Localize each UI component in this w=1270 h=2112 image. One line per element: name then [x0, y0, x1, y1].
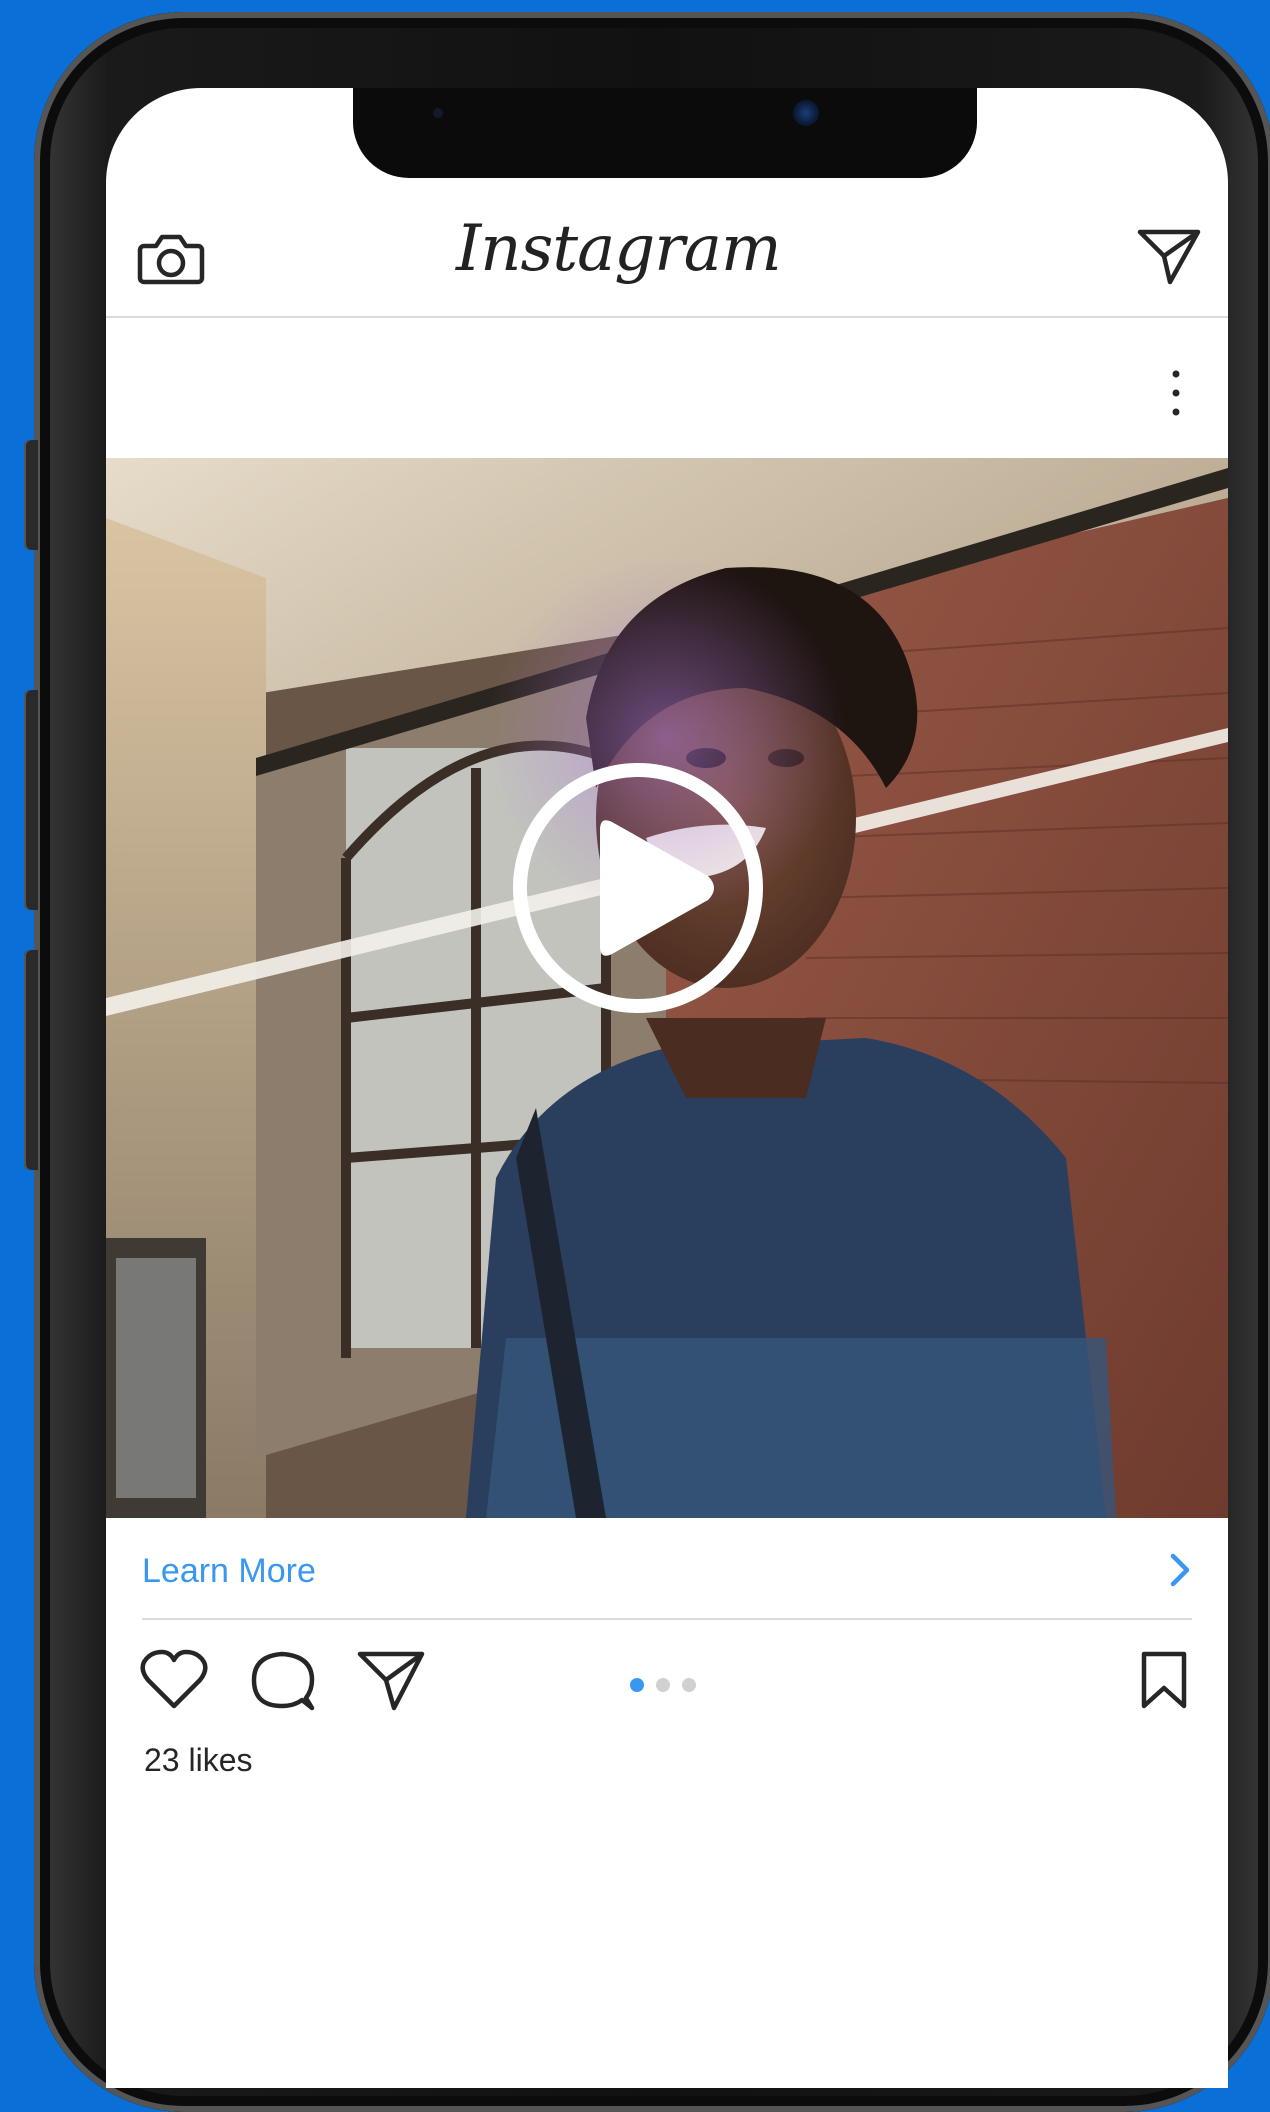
app-top-bar: Instagram — [106, 198, 1228, 318]
phone-volume-down — [24, 950, 38, 1170]
phone-screen: Instagram Learn More 23 likes — [106, 88, 1228, 2088]
vertical-ellipsis-icon — [1172, 370, 1180, 416]
instagram-logo: Instagram — [456, 212, 782, 286]
camera-icon — [137, 234, 205, 285]
learn-more-cta[interactable]: Learn More — [142, 1518, 1192, 1620]
phone-silent-switch — [24, 440, 38, 550]
camera-button[interactable] — [136, 228, 206, 288]
post-video[interactable] — [106, 458, 1228, 1518]
carousel-indicator — [630, 1678, 710, 1694]
bookmark-icon[interactable] — [1136, 1648, 1192, 1712]
notch-sensor — [433, 108, 443, 118]
post-actions — [106, 1648, 1228, 1728]
carousel-dot — [682, 1678, 696, 1692]
carousel-dot — [656, 1678, 670, 1692]
phone-volume-up — [24, 690, 38, 910]
front-camera — [793, 100, 819, 126]
learn-more-label: Learn More — [142, 1552, 316, 1590]
share-icon[interactable] — [356, 1648, 426, 1712]
chevron-right-icon — [1170, 1553, 1190, 1587]
more-options-button[interactable] — [1166, 368, 1186, 418]
direct-message-button[interactable] — [1136, 226, 1202, 286]
heart-icon[interactable] — [138, 1648, 210, 1712]
play-icon[interactable] — [508, 758, 768, 1018]
post-header — [106, 318, 1228, 446]
carousel-dot-active — [630, 1678, 644, 1692]
like-count[interactable]: 23 likes — [144, 1742, 253, 1779]
comment-bubble-icon[interactable] — [248, 1648, 316, 1712]
paper-plane-icon — [1137, 229, 1201, 285]
phone-notch — [353, 88, 977, 178]
